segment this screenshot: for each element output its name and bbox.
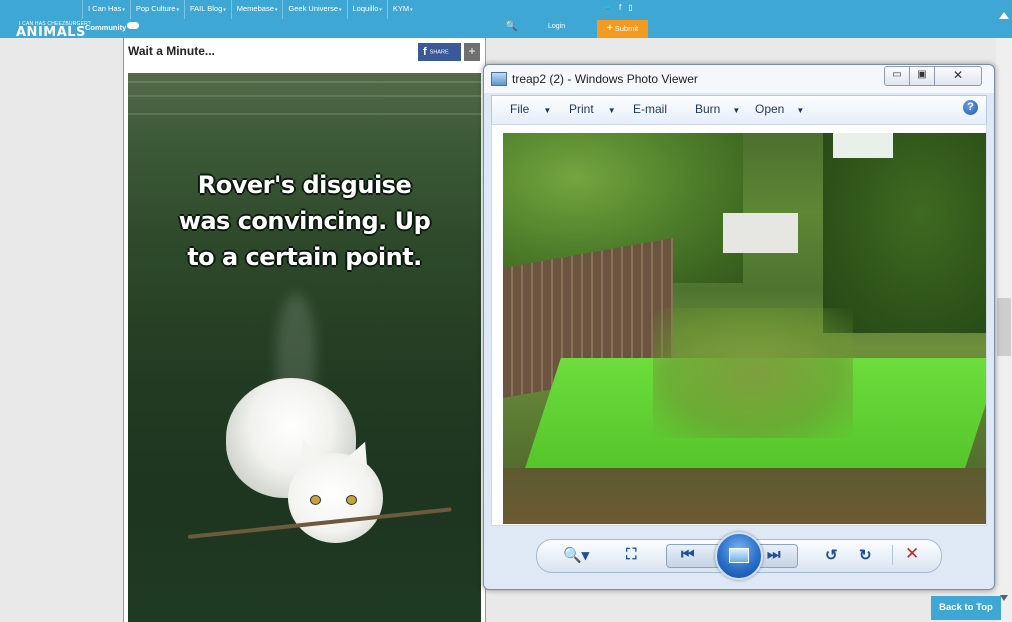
nav-item-kym[interactable]: KYM▾: [386, 0, 418, 19]
chevron-down-icon: ▼: [543, 106, 552, 115]
chevron-down-icon: ▾: [176, 7, 179, 13]
chevron-down-icon: ▾: [274, 7, 278, 13]
help-icon[interactable]: ?: [963, 100, 978, 115]
nav-item-fail-blog[interactable]: FAIL Blog▾: [184, 0, 231, 19]
nav-label: Geek Universe: [288, 4, 338, 13]
meme-caption-line: to a certain point.: [187, 243, 422, 271]
site-nav: I Can Has▾ Pop Culture▾ FAIL Blog▾ Memeb…: [82, 0, 418, 19]
cat-eye: [310, 495, 321, 505]
nav-item-i-can-has[interactable]: I Can Has▾: [82, 0, 130, 19]
water-ripple: [128, 81, 481, 83]
page-scrollbar[interactable]: [996, 0, 1012, 622]
displayed-photo[interactable]: [503, 133, 986, 524]
nav-item-pop-culture[interactable]: Pop Culture▾: [129, 0, 184, 19]
nav-label: I Can Has: [88, 4, 122, 13]
scroll-up-arrow[interactable]: [996, 0, 1012, 38]
menu-open[interactable]: Open ▼: [755, 102, 804, 116]
nav-item-memebase[interactable]: Memebase▾: [230, 0, 283, 19]
nav-label: FAIL Blog: [190, 4, 223, 13]
rotate-ccw-icon[interactable]: ↺: [825, 546, 838, 564]
site-header: I CAN HAS CHEEZBURGER? ANIMALS I Can Has…: [0, 0, 996, 40]
submit-label: Submit: [614, 24, 639, 33]
menu-label: File: [510, 102, 530, 116]
sky: [833, 133, 893, 158]
post-title: Wait a Minute...: [128, 44, 215, 58]
minimize-button[interactable]: ▭: [884, 66, 910, 86]
menu-burn[interactable]: Burn ▼: [695, 102, 740, 116]
viewer-menubar: File ▼ Print ▼ E-mail Burn ▼ Open ▼ ?: [491, 95, 987, 125]
window-titlebar[interactable]: treap2 (2) - Windows Photo Viewer ▭ ▣ ✕: [484, 65, 994, 93]
delete-icon[interactable]: ✕: [905, 544, 919, 564]
community-label: Community: [85, 23, 127, 32]
scroll-down-arrow[interactable]: [1000, 595, 1008, 601]
twitter-icon[interactable]: 🐦: [602, 3, 612, 12]
share-label: SHARE: [429, 49, 449, 56]
ground: [503, 468, 986, 524]
plus-icon: +: [606, 23, 613, 34]
toolbar-separator: [892, 545, 893, 565]
menu-print[interactable]: Print ▼: [569, 102, 616, 116]
trees-right: [823, 133, 986, 333]
zoom-icon[interactable]: 🔍▾: [563, 546, 589, 564]
post-column: Wait a Minute... f SHARE + Rover's disgui…: [123, 38, 486, 622]
site-logo[interactable]: I CAN HAS CHEEZBURGER? ANIMALS: [16, 3, 91, 40]
menu-label: E-mail: [633, 102, 668, 116]
slideshow-button[interactable]: [715, 532, 763, 580]
shed: [723, 213, 798, 253]
chevron-down-icon: ▾: [410, 7, 413, 13]
close-button[interactable]: ✕: [934, 66, 982, 86]
image-view-area: [491, 124, 987, 526]
community-link[interactable]: Community: [85, 20, 140, 36]
nav-label: Loquillo: [352, 4, 379, 13]
more-share-button[interactable]: +: [464, 43, 480, 61]
photo-viewer-icon: [491, 72, 507, 86]
social-links: 🐦 f ▯: [602, 3, 633, 12]
logo-text: ANIMALS: [16, 25, 86, 40]
login-link[interactable]: Login: [548, 23, 565, 30]
meme-caption-line: was convincing. Up: [178, 207, 431, 235]
chevron-down-icon: ▾: [339, 7, 342, 13]
meme-image[interactable]: Rover's disguise was convincing. Up to a…: [128, 73, 481, 622]
scroll-thumb[interactable]: [997, 298, 1011, 356]
menu-label: Open: [755, 102, 785, 116]
water-ripple: [128, 95, 481, 97]
menu-label: Print: [569, 102, 594, 116]
window-title: treap2 (2) - Windows Photo Viewer: [512, 72, 698, 86]
rotate-cw-icon[interactable]: ↻: [859, 546, 872, 564]
facebook-icon[interactable]: f: [619, 3, 621, 12]
previous-icon[interactable]: ⏮: [681, 546, 695, 563]
search-icon[interactable]: 🔍: [505, 21, 517, 32]
nav-item-geek-universe[interactable]: Geek Universe▾: [282, 0, 346, 19]
facebook-share-button[interactable]: f SHARE: [418, 43, 461, 61]
next-icon[interactable]: ⏭: [767, 546, 781, 563]
chevron-down-icon: ▾: [379, 7, 382, 13]
nav-item-loquillo[interactable]: Loquillo▾: [346, 0, 387, 19]
actual-size-icon[interactable]: ⛶: [626, 546, 637, 563]
mobile-icon[interactable]: ▯: [628, 3, 632, 12]
chevron-down-icon: ▼: [607, 106, 616, 115]
pool-grass: [653, 308, 853, 438]
meme-caption: Rover's disguise was convincing. Up to a…: [128, 167, 481, 275]
nav-label: Memebase: [236, 4, 274, 13]
back-to-top-button[interactable]: Back to Top: [931, 596, 1001, 620]
submit-button[interactable]: + Submit: [597, 20, 648, 38]
chevron-down-icon: ▾: [223, 7, 226, 13]
chevron-down-icon: ▼: [796, 106, 805, 115]
nav-label: Pop Culture: [135, 4, 176, 13]
facebook-icon: f: [423, 46, 427, 58]
cat-head: [288, 435, 383, 543]
maximize-button[interactable]: ▣: [909, 66, 935, 86]
menu-label: Burn: [695, 102, 721, 116]
cat-eye: [346, 495, 357, 505]
menu-email[interactable]: E-mail: [633, 102, 667, 116]
viewer-controls: 🔍▾ ⛶ ⏮ ⏭ ↺ ↻ ✕: [536, 532, 942, 580]
water-ripple: [128, 113, 481, 115]
menu-file[interactable]: File ▼: [510, 102, 551, 116]
meme-caption-line: Rover's disguise: [197, 171, 412, 199]
nav-label: KYM: [392, 4, 410, 13]
photo-viewer-window: treap2 (2) - Windows Photo Viewer ▭ ▣ ✕ …: [483, 64, 995, 590]
chevron-down-icon: ▼: [732, 106, 741, 115]
chat-bubble-icon: [127, 21, 140, 29]
chevron-down-icon: ▾: [122, 7, 125, 13]
